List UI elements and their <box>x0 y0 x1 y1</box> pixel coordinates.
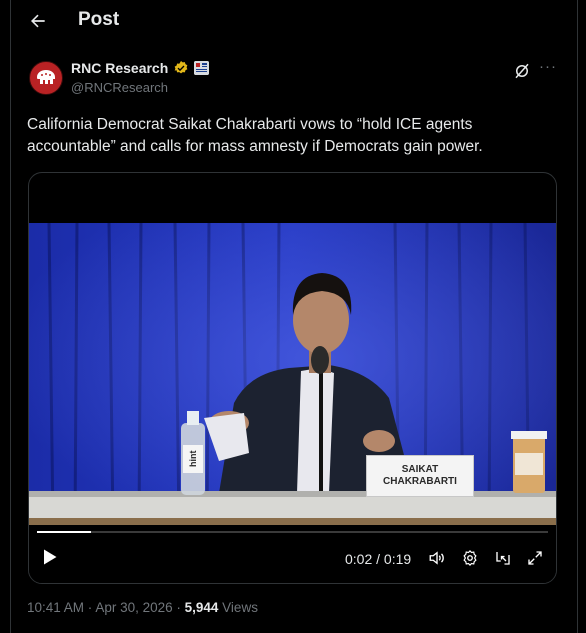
name-placard: SAIKAT CHAKRABARTI <box>366 455 474 497</box>
elephant-logo-icon <box>37 70 55 84</box>
picture-in-picture-icon[interactable] <box>494 549 512 567</box>
page-title: Post <box>78 9 120 30</box>
views-label: Views <box>218 600 258 615</box>
meta-separator: · <box>84 600 96 615</box>
arrow-left-icon <box>31 14 45 28</box>
back-button[interactable] <box>25 8 51 34</box>
gold-verified-badge-icon <box>174 61 188 74</box>
play-icon[interactable] <box>39 547 59 567</box>
volume-icon[interactable] <box>428 549 446 567</box>
tweet-text: California Democrat Saikat Chakrabarti v… <box>27 116 483 155</box>
affiliate-badge-icon <box>194 61 210 75</box>
post-column: Post RNC Research @RNCResearch ··· Calif… <box>10 0 578 633</box>
author-handle[interactable]: @RNCResearch <box>71 80 168 95</box>
video-progress-fill <box>37 531 91 533</box>
video-progress-bar[interactable] <box>37 531 548 533</box>
video-time: 0:02 / 0:19 <box>345 551 412 567</box>
author-name-row: RNC Research <box>71 60 210 76</box>
post-header: Post <box>11 0 577 44</box>
video-still-image <box>29 223 556 525</box>
name-placard-line2: CHAKRABARTI <box>383 476 457 487</box>
video-frame[interactable]: SAIKAT CHAKRABARTI hint <box>29 223 556 525</box>
author-display-name[interactable]: RNC Research <box>71 60 168 76</box>
post-metadata: 10:41 AM · Apr 30, 2026 · 5,944 Views <box>27 600 258 615</box>
post-date[interactable]: Apr 30, 2026 <box>95 600 172 615</box>
meta-separator-2: · <box>172 600 185 615</box>
settings-gear-icon[interactable] <box>461 549 479 567</box>
name-placard-line1: SAIKAT <box>401 464 439 475</box>
bottle-label: hint <box>188 450 198 468</box>
post-time[interactable]: 10:41 AM <box>27 600 84 615</box>
grok-icon[interactable] <box>513 62 531 80</box>
avatar[interactable] <box>29 61 63 95</box>
more-options-button[interactable]: ··· <box>539 58 557 75</box>
fullscreen-expand-icon[interactable] <box>526 549 544 567</box>
video-controls: 0:02 / 0:19 <box>29 525 556 583</box>
views-count: 5,944 <box>184 600 219 615</box>
video-player[interactable]: SAIKAT CHAKRABARTI hint 0:02 / 0:19 <box>28 172 557 584</box>
